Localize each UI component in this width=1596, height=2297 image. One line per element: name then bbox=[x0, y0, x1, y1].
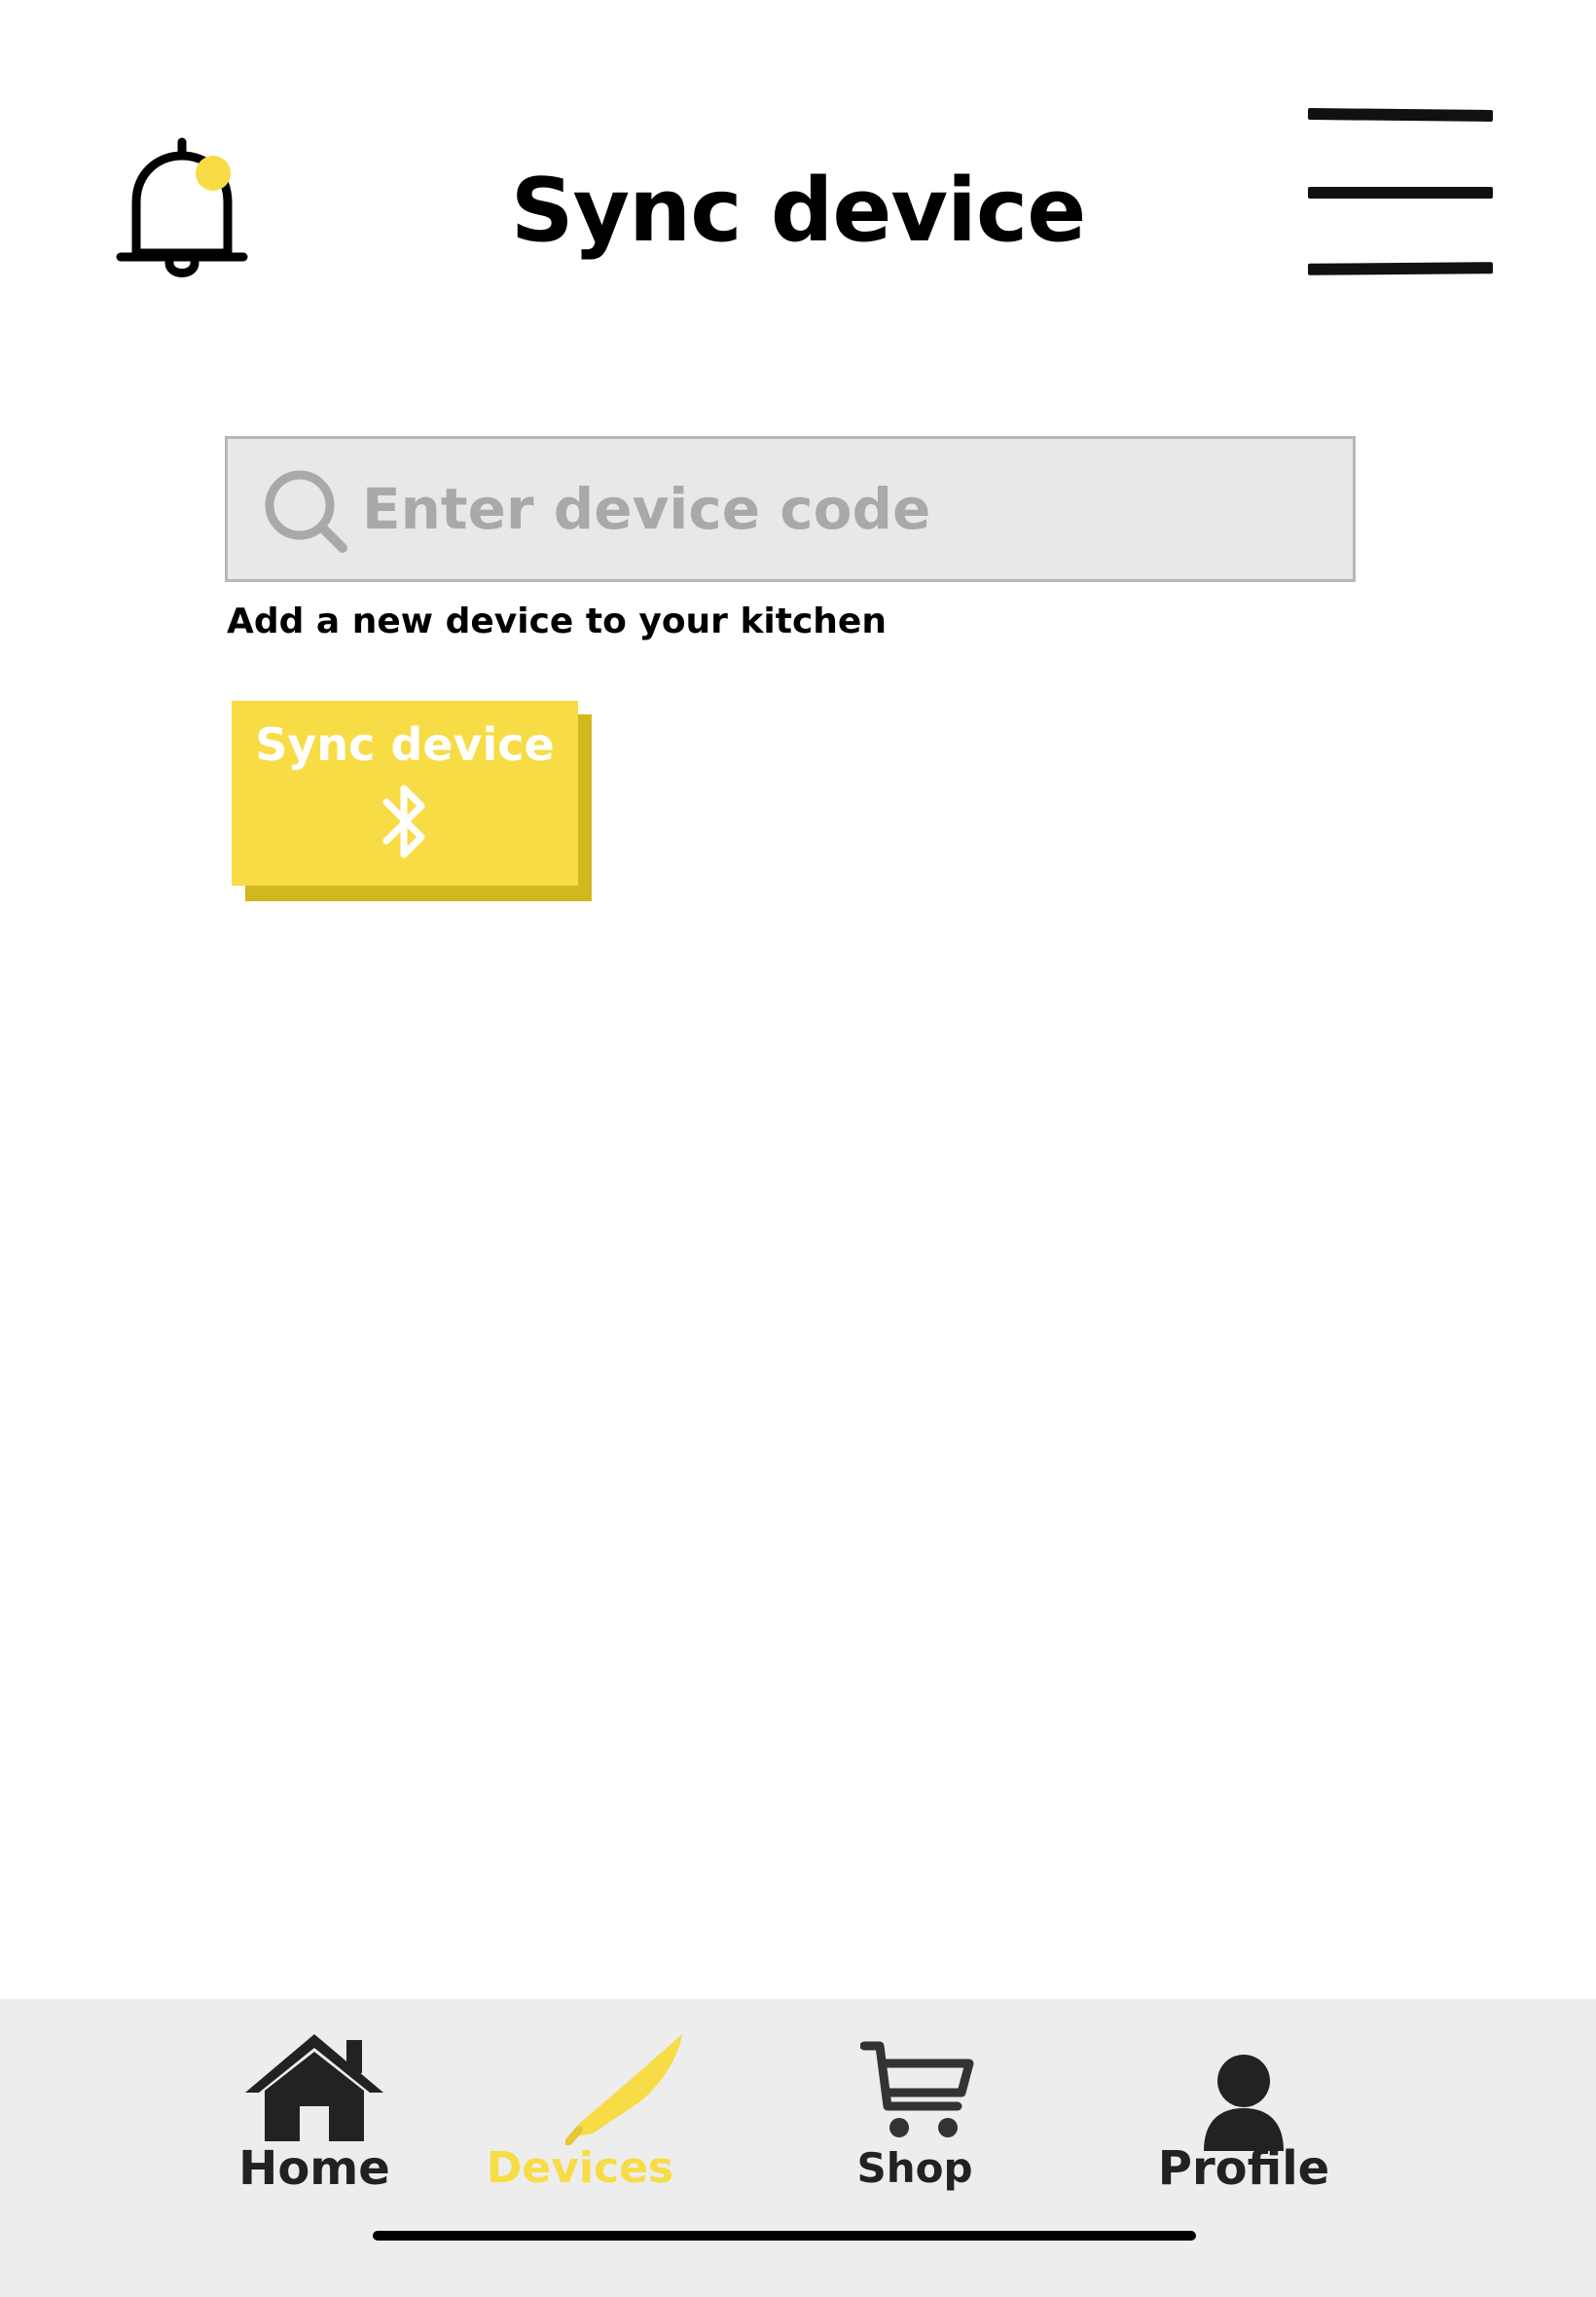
nav-item-home[interactable]: Home bbox=[214, 1999, 415, 2223]
button-face: Sync device bbox=[232, 701, 578, 886]
search-icon bbox=[261, 466, 350, 556]
home-indicator[interactable] bbox=[373, 2231, 1196, 2241]
device-code-search[interactable] bbox=[225, 436, 1356, 582]
sync-device-button[interactable]: Sync device bbox=[232, 701, 592, 901]
nav-item-shop[interactable]: Shop bbox=[837, 1999, 993, 2223]
knife-icon bbox=[565, 2034, 682, 2145]
menu-line bbox=[1307, 262, 1494, 275]
header: Sync device bbox=[0, 0, 1596, 321]
nav-label-profile: Profile bbox=[1157, 2141, 1330, 2196]
helper-text: Add a new device to your kitchen bbox=[227, 602, 887, 641]
nav-label-devices: Devices bbox=[486, 2143, 674, 2193]
nav-item-profile[interactable]: Profile bbox=[1137, 1999, 1351, 2223]
shopping-cart-icon bbox=[860, 2041, 974, 2137]
nav-label-home: Home bbox=[238, 2141, 390, 2196]
bottom-nav: Home Devices Shop Profile bbox=[0, 1999, 1596, 2297]
hamburger-menu-icon[interactable] bbox=[1304, 105, 1495, 280]
home-icon bbox=[245, 2034, 383, 2141]
device-code-input[interactable] bbox=[362, 439, 1335, 579]
bluetooth-icon bbox=[382, 784, 425, 858]
nav-label-shop: Shop bbox=[856, 2144, 973, 2192]
sync-button-label: Sync device bbox=[255, 718, 555, 771]
nav-item-devices[interactable]: Devices bbox=[473, 1999, 687, 2223]
menu-line bbox=[1307, 108, 1494, 122]
menu-line bbox=[1308, 187, 1493, 199]
